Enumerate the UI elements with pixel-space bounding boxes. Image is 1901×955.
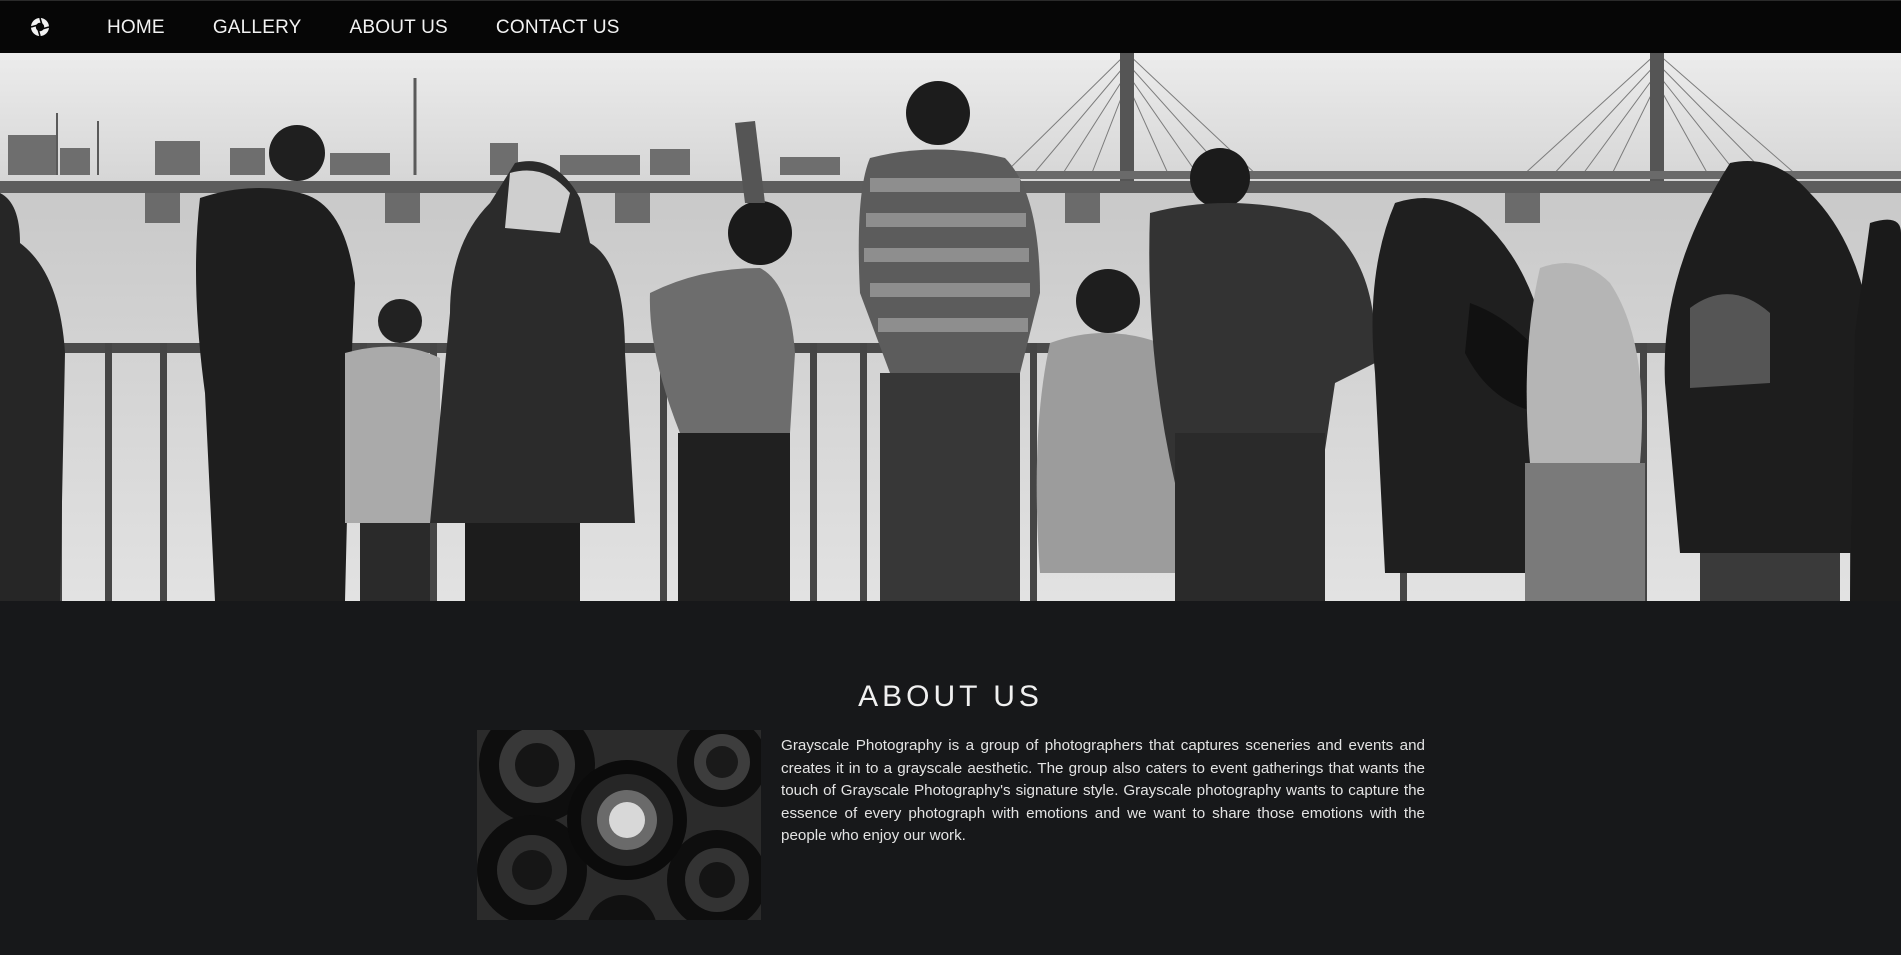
nav-links: HOME GALLERY ABOUT US CONTACT US xyxy=(107,1,668,54)
nav-about-link[interactable]: ABOUT US xyxy=(350,17,448,39)
camera-aperture-icon[interactable] xyxy=(30,17,50,37)
camera-lenses-image xyxy=(477,730,761,920)
nav-gallery-link[interactable]: GALLERY xyxy=(213,17,302,39)
nav-home-link[interactable]: HOME xyxy=(107,17,165,39)
about-title: ABOUT US xyxy=(858,680,1043,713)
hero-image xyxy=(0,53,1901,601)
top-navbar: HOME GALLERY ABOUT US CONTACT US xyxy=(0,0,1901,53)
nav-contact-link[interactable]: CONTACT US xyxy=(496,17,620,39)
about-description: Grayscale Photography is a group of phot… xyxy=(781,737,1425,845)
